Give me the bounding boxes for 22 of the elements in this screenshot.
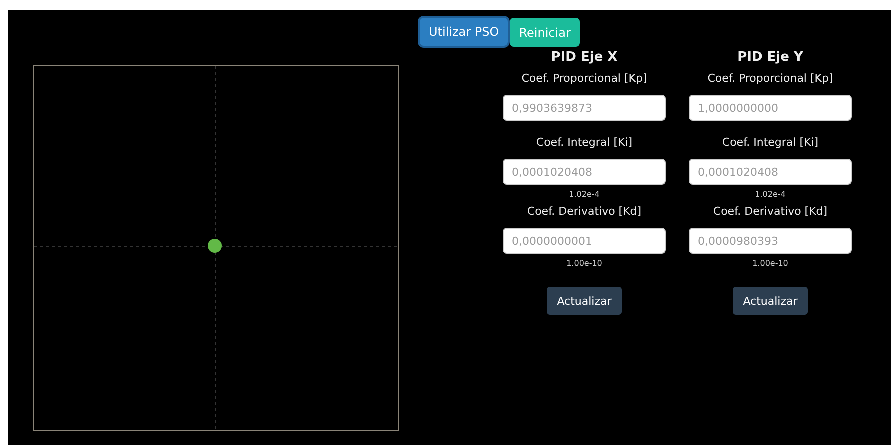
panel-title: PID Eje X	[551, 49, 618, 67]
panel-title: PID Eje Y	[738, 49, 804, 67]
value-hint: 1.00e-10	[752, 259, 788, 269]
field-label: Coef. Proporcional [Kp]	[708, 71, 834, 87]
input-field[interactable]: 0,0000000001	[503, 228, 666, 254]
value-hint: 1.00e-10	[566, 259, 602, 269]
update-button[interactable]: Actualizar	[547, 287, 622, 315]
input-field[interactable]: 0,9903639873	[503, 95, 666, 121]
field-label: Coef. Integral [Ki]	[722, 135, 819, 151]
toolbar-button[interactable]: Utilizar PSO	[420, 18, 508, 46]
position-dot	[208, 239, 222, 253]
field-label: Coef. Derivativo [Kd]	[713, 204, 828, 220]
update-button[interactable]: Actualizar	[733, 287, 808, 315]
input-field[interactable]: 0,0000980393	[689, 228, 852, 254]
field-label: Coef. Derivativo [Kd]	[527, 204, 642, 220]
input-field[interactable]: 0,0001020408	[689, 159, 852, 185]
input-field[interactable]: 0,0001020408	[503, 159, 666, 185]
value-hint: 1.02e-4	[755, 190, 786, 200]
input-field[interactable]: 1,0000000000	[689, 95, 852, 121]
field-label: Coef. Integral [Ki]	[536, 135, 633, 151]
field-label: Coef. Proporcional [Kp]	[522, 71, 648, 87]
value-hint: 1.02e-4	[569, 190, 600, 200]
